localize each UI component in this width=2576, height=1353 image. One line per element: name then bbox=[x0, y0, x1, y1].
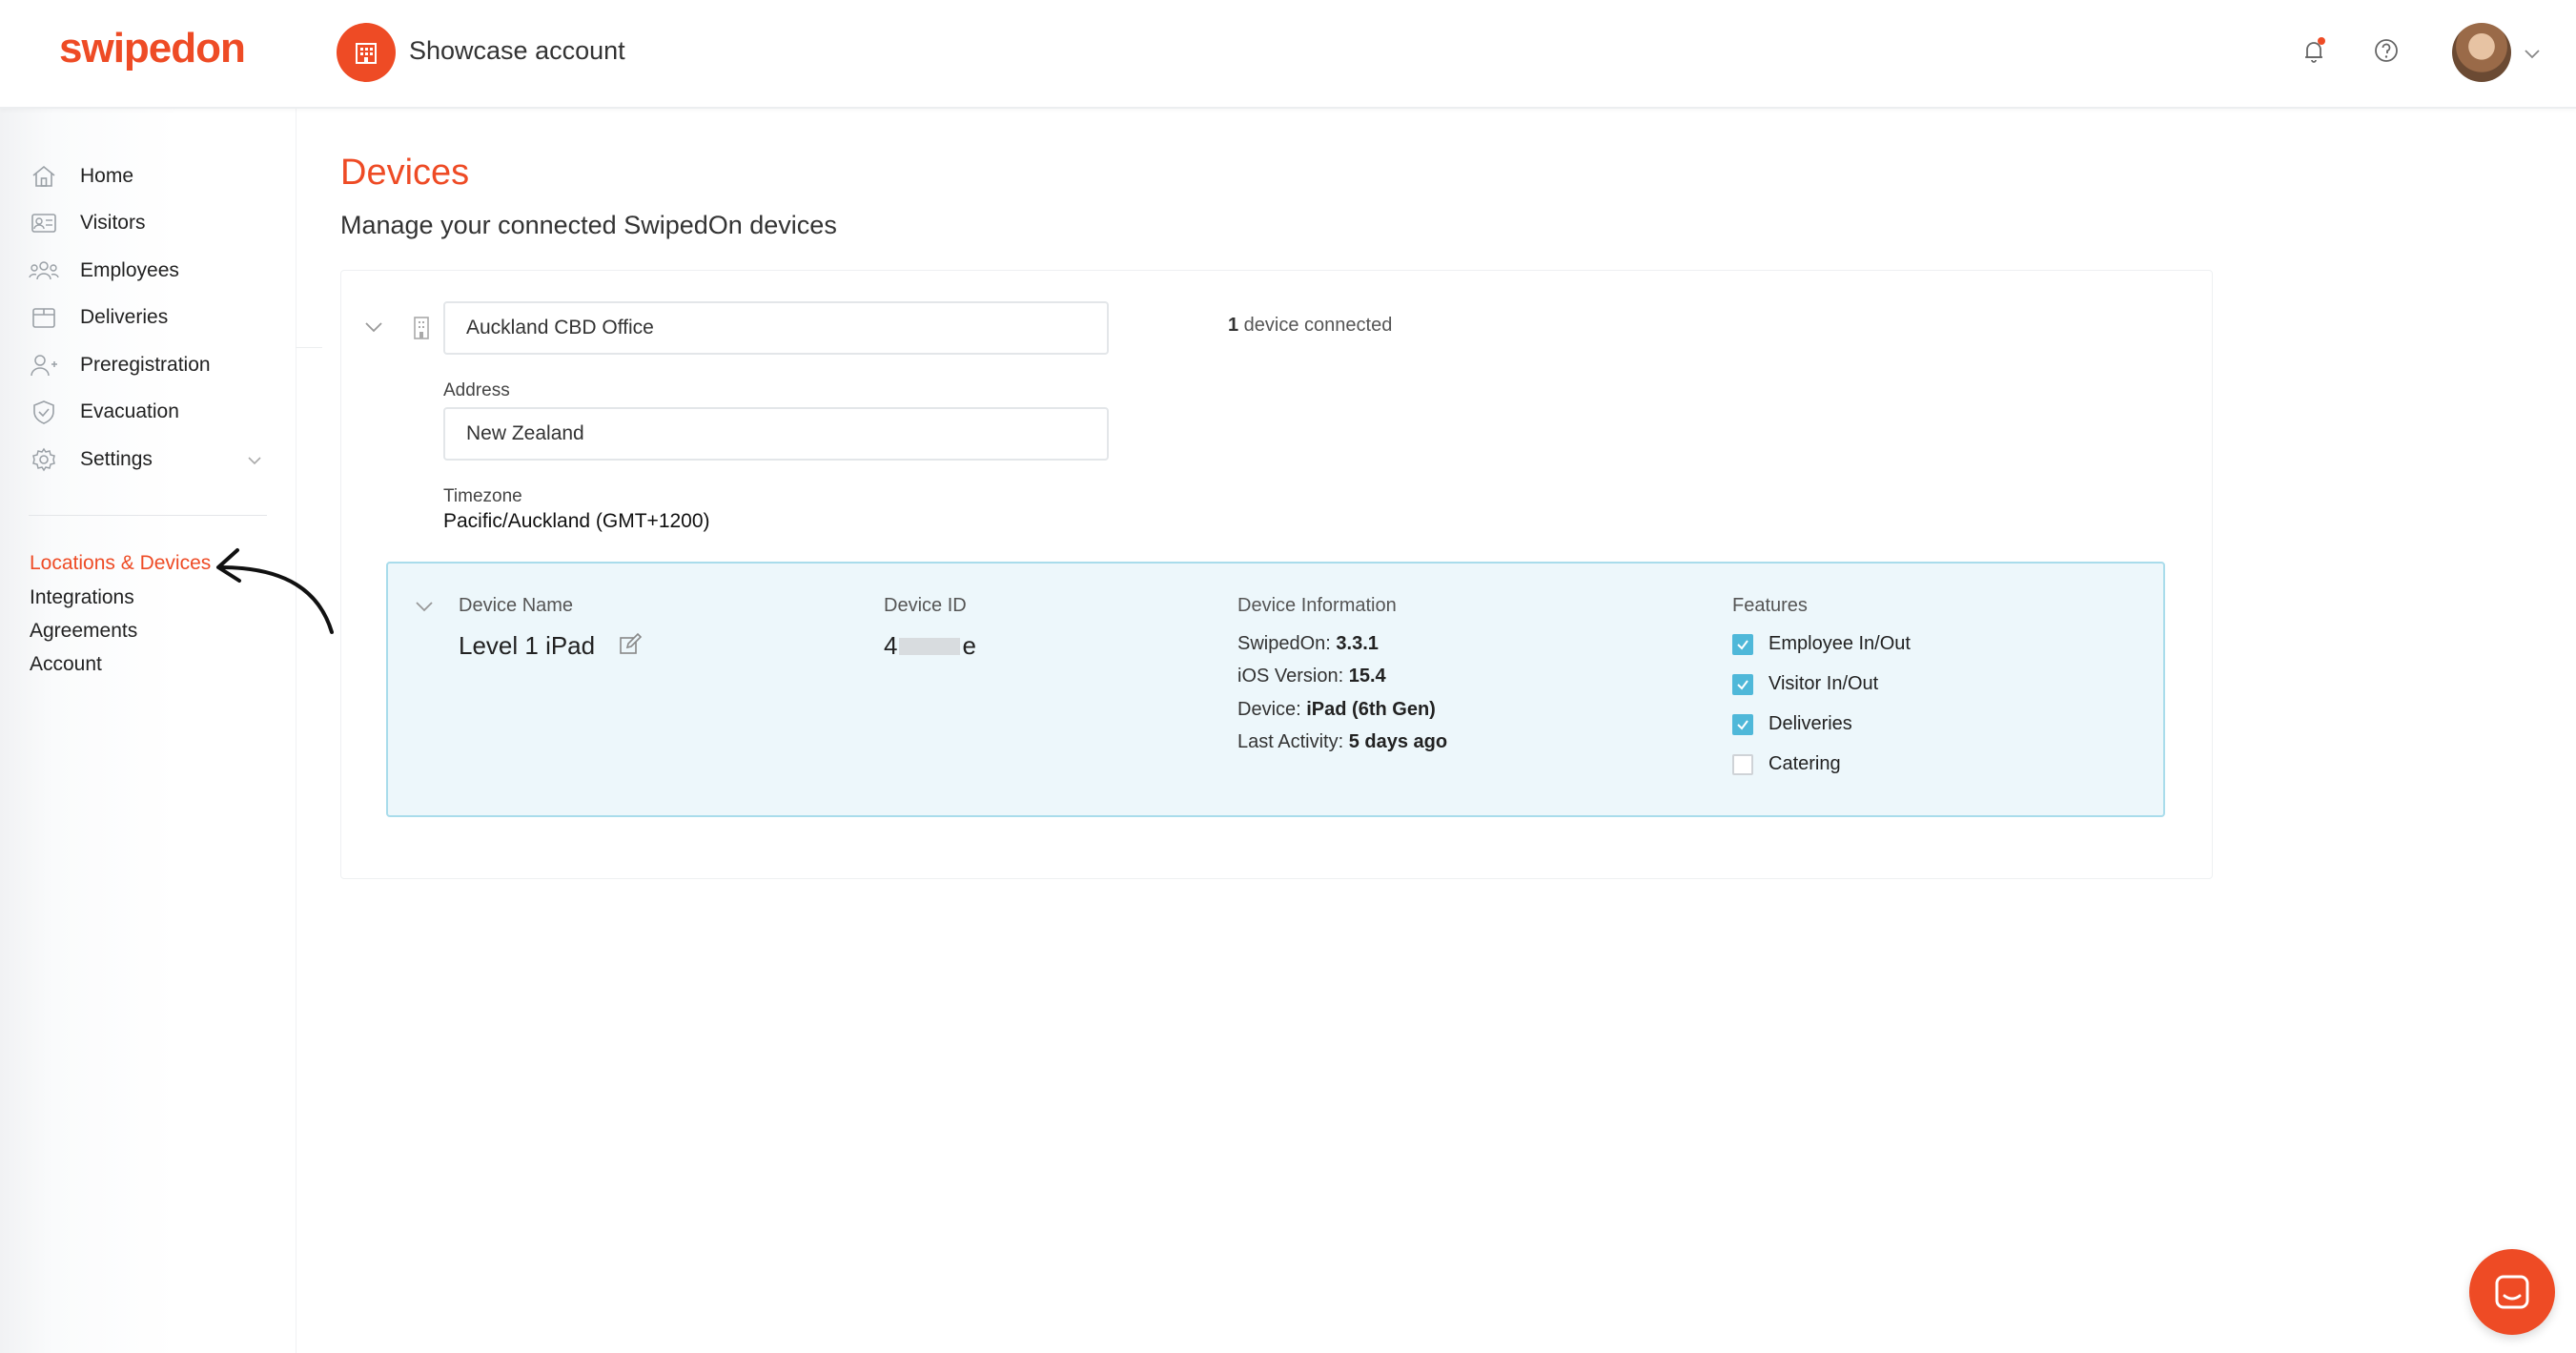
device-id: 4e bbox=[884, 631, 976, 661]
chevron-down-icon[interactable] bbox=[361, 315, 386, 339]
sidebar-subitem-integrations[interactable]: Integrations bbox=[30, 586, 134, 609]
chevron-down-icon[interactable] bbox=[2521, 42, 2544, 65]
timezone-value: Pacific/Auckland (GMT+1200) bbox=[443, 510, 710, 532]
checkbox-checked-icon[interactable] bbox=[1732, 713, 1753, 735]
page-title: Devices bbox=[340, 153, 470, 193]
evacuation-icon bbox=[29, 397, 59, 427]
location-name-input[interactable] bbox=[443, 301, 1109, 355]
building-icon bbox=[410, 315, 433, 341]
checkbox-checked-icon[interactable] bbox=[1732, 673, 1753, 695]
top-header: swipedon Showcase account bbox=[0, 0, 2576, 109]
account-name[interactable]: Showcase account bbox=[409, 36, 625, 66]
sidebar-subitem-locations-devices[interactable]: Locations & Devices bbox=[30, 552, 211, 575]
device-name: Level 1 iPad bbox=[459, 631, 596, 660]
deliveries-icon bbox=[29, 302, 59, 333]
device-info-label: Device Information bbox=[1237, 595, 1397, 616]
sidebar-item-visitors[interactable]: Visitors bbox=[29, 204, 145, 242]
feature-label: Catering bbox=[1768, 753, 1841, 774]
user-avatar[interactable] bbox=[2452, 23, 2511, 82]
swipedon-logo[interactable]: swipedon bbox=[59, 25, 246, 72]
chevron-down-icon[interactable] bbox=[412, 594, 437, 619]
connected-text: device connected bbox=[1238, 315, 1393, 336]
gear-icon bbox=[29, 444, 59, 475]
devices-connected-status: 1 device connected bbox=[1228, 315, 1392, 337]
sidebar-item-label: Home bbox=[80, 165, 134, 187]
address-label: Address bbox=[443, 380, 510, 400]
page-subtitle: Manage your connected SwipedOn devices bbox=[340, 211, 837, 239]
info-swipedon-version: SwipedOn: 3.3.1 bbox=[1237, 633, 1379, 654]
device-id-label: Device ID bbox=[884, 595, 967, 616]
feature-label: Deliveries bbox=[1768, 713, 1852, 734]
sidebar-item-label: Preregistration bbox=[80, 354, 211, 376]
sidebar-subitem-account[interactable]: Account bbox=[30, 653, 102, 676]
timezone-label: Timezone bbox=[443, 486, 522, 506]
home-icon bbox=[29, 161, 59, 192]
visitors-icon bbox=[29, 208, 59, 238]
sidebar-item-employees[interactable]: Employees bbox=[29, 252, 179, 290]
edit-icon[interactable] bbox=[618, 632, 643, 657]
feature-catering[interactable]: Catering bbox=[1732, 753, 1841, 775]
sidebar-item-label: Evacuation bbox=[80, 400, 179, 422]
device-name-label: Device Name bbox=[459, 595, 574, 616]
feature-visitor-in-out[interactable]: Visitor In/Out bbox=[1732, 673, 1878, 695]
account-building-icon[interactable] bbox=[337, 23, 396, 82]
info-device-model: Device: iPad (6th Gen) bbox=[1237, 699, 1436, 720]
feature-label: Employee In/Out bbox=[1768, 633, 1911, 654]
sidebar-item-label: Employees bbox=[80, 259, 179, 281]
feature-label: Visitor In/Out bbox=[1768, 673, 1879, 694]
sidebar-item-label: Visitors bbox=[80, 212, 146, 234]
chat-icon bbox=[2495, 1275, 2529, 1309]
sidebar-item-evacuation[interactable]: Evacuation bbox=[29, 393, 179, 431]
sidebar-item-deliveries[interactable]: Deliveries bbox=[29, 298, 168, 337]
checkbox-unchecked-icon[interactable] bbox=[1732, 753, 1753, 775]
info-ios-version: iOS Version: 15.4 bbox=[1237, 666, 1386, 687]
sidebar-item-label: Deliveries bbox=[80, 306, 169, 328]
sidebar-item-settings[interactable]: Settings bbox=[29, 441, 153, 479]
sidebar-item-home[interactable]: Home bbox=[29, 157, 133, 195]
sidebar-subitem-agreements[interactable]: Agreements bbox=[30, 620, 137, 643]
chevron-down-icon[interactable] bbox=[244, 450, 265, 471]
divider-line bbox=[296, 347, 322, 348]
sidebar-divider bbox=[29, 515, 267, 516]
help-icon[interactable] bbox=[2370, 34, 2402, 67]
info-last-activity: Last Activity: 5 days ago bbox=[1237, 731, 1448, 752]
device-id-prefix: 4 bbox=[884, 631, 898, 660]
employees-icon bbox=[29, 256, 59, 286]
sidebar-item-preregistration[interactable]: Preregistration bbox=[29, 346, 211, 384]
connected-count: 1 bbox=[1228, 315, 1239, 336]
device-id-suffix: e bbox=[962, 631, 976, 660]
address-input[interactable] bbox=[443, 407, 1109, 461]
sidebar-item-label: Settings bbox=[80, 448, 153, 470]
redacted-block bbox=[899, 637, 961, 655]
feature-employee-in-out[interactable]: Employee In/Out bbox=[1732, 633, 1911, 655]
preregistration-icon bbox=[29, 350, 59, 380]
annotation-arrow-icon bbox=[216, 548, 334, 634]
sidebar bbox=[0, 109, 296, 1353]
chat-launcher-button[interactable] bbox=[2469, 1249, 2555, 1335]
feature-deliveries[interactable]: Deliveries bbox=[1732, 713, 1852, 735]
features-label: Features bbox=[1732, 595, 1808, 616]
checkbox-checked-icon[interactable] bbox=[1732, 633, 1753, 655]
notification-bell-icon[interactable] bbox=[2298, 34, 2330, 67]
